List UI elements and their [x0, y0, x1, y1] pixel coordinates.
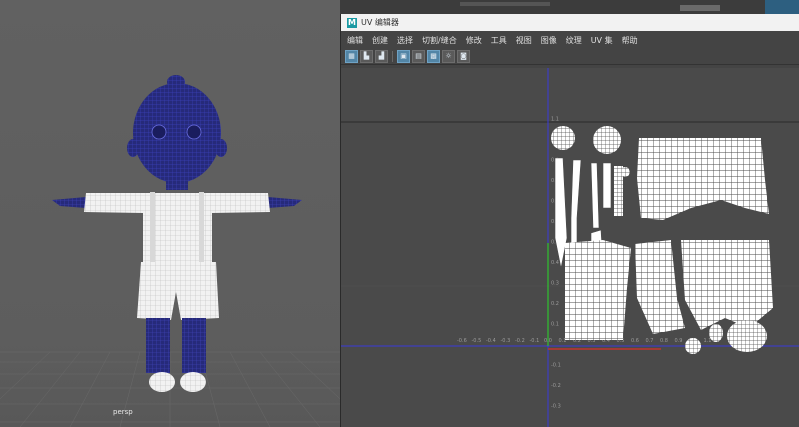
uv-shell-icon[interactable]: ▙: [360, 50, 373, 63]
uv-editor-menubar: 编辑 创建 选择 切割/缝合 修改 工具 视图 图像 纹理 UV 集 帮助: [341, 31, 799, 49]
uv-editor-titlebar[interactable]: M UV 编辑器: [341, 14, 799, 31]
menu-modify[interactable]: 修改: [466, 35, 482, 46]
v-tick-label: 1.1: [551, 117, 559, 123]
character-mesh: [52, 75, 302, 392]
u-tick-label: 0.9: [675, 338, 683, 344]
v-tick-label: 0.3: [551, 281, 559, 287]
u-tick-label: -0.5: [472, 338, 482, 344]
v-tick-label: -0.1: [551, 363, 561, 369]
menu-tools[interactable]: 工具: [491, 35, 507, 46]
menu-edit[interactable]: 编辑: [347, 35, 363, 46]
v-tick-label: 0.1: [551, 322, 559, 328]
uv-editor-toolbar: ▦ ▙ ▟ ▣ ▤ ▩ ☼ ◙: [341, 49, 799, 65]
uv-shell-shirt: [637, 138, 769, 220]
uv-editor-window[interactable]: M UV 编辑器 编辑 创建 选择 切割/缝合 修改 工具 视图 图像 纹理 U…: [340, 14, 799, 427]
v-tick-label: 0.4: [551, 260, 559, 266]
menu-image[interactable]: 图像: [541, 35, 557, 46]
u-tick-label: 0.7: [646, 338, 654, 344]
u-tick-label: 0.0: [544, 338, 552, 344]
uv-grid-icon[interactable]: ▦: [345, 50, 358, 63]
uv-shell-shorts: [681, 240, 773, 330]
maya-logo-icon: M: [347, 17, 357, 28]
u-tick-label: -0.3: [501, 338, 511, 344]
menu-create[interactable]: 创建: [372, 35, 388, 46]
camera-icon[interactable]: ◙: [457, 50, 470, 63]
background-button: [680, 5, 720, 11]
background-tab-1: [460, 2, 550, 6]
v-tick-label: 0.2: [551, 301, 559, 307]
u-tick-label: -0.2: [515, 338, 525, 344]
uv-editor-title: UV 编辑器: [361, 18, 399, 27]
toolbar-separator: [392, 51, 393, 62]
shaded-icon[interactable]: ▤: [412, 50, 425, 63]
u-tick-label: -0.4: [486, 338, 496, 344]
camera-label: persp: [113, 408, 133, 416]
uv-canvas[interactable]: -0.6 -0.5 -0.4 -0.3 -0.2 -0.1 0.0 0.1 0.2 0.3 0.4 0…: [341, 68, 799, 427]
uv-shells: [551, 126, 773, 354]
uv-shell-shirt-side: [635, 240, 685, 334]
menu-select[interactable]: 选择: [397, 35, 413, 46]
background-accent-tab: [765, 0, 799, 14]
menu-textures[interactable]: 纹理: [566, 35, 582, 46]
u-tick-label: -0.6: [457, 338, 467, 344]
uv-shell-shoe: [727, 320, 767, 352]
uv-grid-canvas[interactable]: -0.6 -0.5 -0.4 -0.3 -0.2 -0.1 0.0 0.1 0.2 0.3 0.4 0…: [341, 68, 799, 427]
u-tick-label: 1.1: [704, 338, 712, 344]
uv-shell-eye-right: [593, 126, 621, 154]
texture-icon[interactable]: ▩: [427, 50, 440, 63]
menu-uv-sets[interactable]: UV 集: [591, 35, 613, 46]
u-tick-label: 0.6: [631, 338, 639, 344]
checker-icon[interactable]: ▣: [397, 50, 410, 63]
menu-view[interactable]: 视图: [516, 35, 532, 46]
background-panel-strip: [340, 0, 799, 14]
u-tick-label: -0.1: [530, 338, 540, 344]
uv-shell-eye-left: [551, 126, 575, 150]
uv-shell-shirt-front: [565, 240, 631, 340]
floor-grid: [0, 75, 340, 427]
sun-icon[interactable]: ☼: [442, 50, 455, 63]
uv-layout-icon[interactable]: ▟: [375, 50, 388, 63]
v-tick-label: -0.3: [551, 404, 561, 410]
menu-cut-sew[interactable]: 切割/缝合: [422, 35, 457, 46]
perspective-viewport[interactable]: persp: [0, 0, 340, 427]
menu-help[interactable]: 帮助: [622, 35, 638, 46]
v-tick-label: -0.2: [551, 383, 561, 389]
u-tick-label: 0.8: [660, 338, 668, 344]
